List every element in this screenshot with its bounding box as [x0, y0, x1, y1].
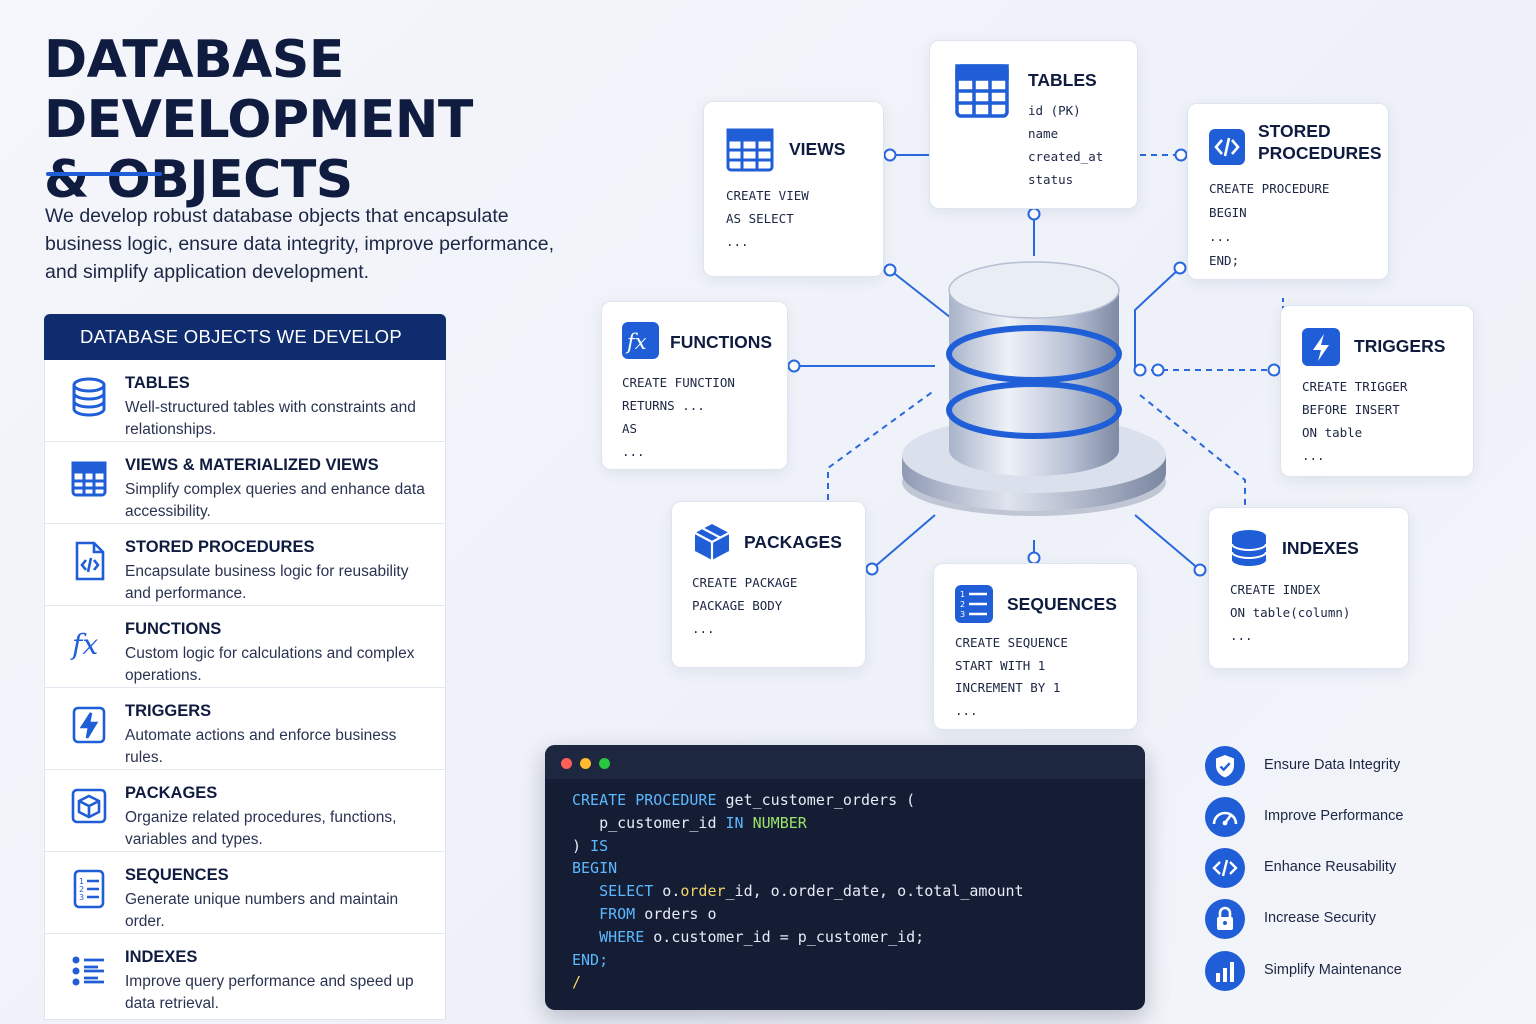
- connector-node: [1027, 551, 1041, 565]
- card-indexes: INDEXES CREATE INDEX ON table(column) ..…: [1208, 507, 1409, 669]
- connector-node: [1173, 261, 1187, 275]
- card-title: INDEXES: [1282, 538, 1359, 558]
- benefit-label: Ensure Data Integrity: [1264, 757, 1401, 773]
- maximize-dot-icon: [599, 758, 610, 769]
- card-title: FUNCTIONS: [670, 332, 773, 352]
- code-icon: [1208, 128, 1246, 166]
- code-icon: [1205, 848, 1245, 888]
- benefit-security: Increase Security: [1205, 899, 1505, 939]
- close-dot-icon: [561, 758, 572, 769]
- benefit-label: Improve Performance: [1264, 808, 1404, 824]
- card-stored-procedures: STORED PROCEDURES CREATE PROCEDURE BEGIN…: [1187, 103, 1389, 280]
- bar-chart-icon: [1205, 951, 1245, 991]
- connector-node: [883, 263, 897, 277]
- function-icon: fx: [622, 322, 659, 359]
- card-title: SEQUENCES: [1007, 594, 1117, 614]
- card-title: PACKAGES: [744, 532, 842, 552]
- code-line: /: [572, 973, 582, 992]
- code-line: p_customer_id IN NUMBER: [572, 813, 807, 832]
- card-triggers: TRIGGERS CREATE TRIGGER BEFORE INSERT ON…: [1280, 305, 1474, 477]
- connector-node: [1027, 207, 1041, 221]
- code-line: WHERE o.customer_id = p_customer_id;: [572, 927, 925, 946]
- card-title: VIEWS: [789, 139, 846, 159]
- package-icon: [692, 522, 732, 562]
- card-title: STORED PROCEDURES: [1258, 121, 1382, 163]
- card-lines: CREATE TRIGGER BEFORE INSERT ON table ..…: [1302, 379, 1408, 463]
- connector-node: [787, 359, 801, 373]
- card-views: VIEWS CREATE VIEW AS SELECT ...: [703, 101, 884, 277]
- numbered-list-icon: 1 2 3: [954, 584, 994, 624]
- card-title: TRIGGERS: [1354, 336, 1446, 356]
- card-lines: CREATE PROCEDURE BEGIN ... END;: [1209, 181, 1330, 268]
- benefit-label: Increase Security: [1264, 910, 1377, 926]
- card-packages: PACKAGES CREATE PACKAGE PACKAGE BODY ...: [671, 501, 866, 668]
- lightning-icon: [1302, 328, 1340, 366]
- benefit-data-integrity: Ensure Data Integrity: [1205, 746, 1505, 786]
- code-editor: CREATE PROCEDURE get_customer_orders ( p…: [545, 745, 1145, 1010]
- connector-node: [1193, 563, 1207, 577]
- svg-text:3: 3: [960, 610, 965, 619]
- table-icon: [954, 63, 1010, 119]
- card-lines: CREATE FUNCTION RETURNS ... AS ...: [622, 375, 735, 459]
- gauge-icon: [1205, 797, 1245, 837]
- card-sequences: 1 2 3 SEQUENCES CREATE SEQUENCE START WI…: [933, 563, 1138, 730]
- connector-node: [1174, 148, 1188, 162]
- connector-node: [865, 562, 879, 576]
- card-title: TABLES: [1028, 70, 1097, 90]
- connector-node: [1267, 363, 1281, 377]
- database-illustration: [902, 261, 1166, 516]
- lock-icon: [1205, 899, 1245, 939]
- benefit-label: Simplify Maintenance: [1264, 962, 1402, 978]
- benefit-label: Enhance Reusability: [1264, 859, 1397, 875]
- shield-check-icon: [1205, 746, 1245, 786]
- card-lines: id (PK) name created_at status: [1028, 103, 1104, 187]
- connector-node: [883, 148, 897, 162]
- database-icon: [1229, 528, 1269, 568]
- card-lines: CREATE PACKAGE PACKAGE BODY ...: [692, 575, 798, 636]
- grid-icon: [726, 126, 774, 174]
- benefit-maintenance: Simplify Maintenance: [1205, 951, 1505, 991]
- code-line: ) IS: [572, 836, 609, 855]
- svg-text:1: 1: [960, 590, 965, 599]
- code-block: CREATE PROCEDURE get_customer_orders ( p…: [572, 789, 1024, 994]
- benefit-performance: Improve Performance: [1205, 797, 1505, 837]
- code-line: BEGIN: [572, 859, 618, 878]
- card-lines: CREATE SEQUENCE START WITH 1 INCREMENT B…: [955, 635, 1068, 718]
- editor-titlebar: [545, 745, 1145, 779]
- code-line: SELECT o.order_id, o.order_date, o.total…: [572, 882, 1024, 901]
- benefit-reusability: Enhance Reusability: [1205, 848, 1505, 888]
- code-line: CREATE PROCEDURE get_customer_orders (: [572, 791, 916, 809]
- card-tables: TABLES id (PK) name created_at status: [929, 40, 1138, 209]
- minimize-dot-icon: [580, 758, 591, 769]
- card-lines: CREATE INDEX ON table(column) ...: [1230, 582, 1351, 643]
- svg-text:2: 2: [960, 600, 965, 609]
- code-line: END;: [572, 950, 609, 969]
- svg-text:fx: fx: [625, 330, 647, 354]
- code-line: FROM orders o: [572, 904, 717, 923]
- card-functions: fx FUNCTIONS CREATE FUNCTION RETURNS ...…: [601, 301, 788, 470]
- card-lines: CREATE VIEW AS SELECT ...: [726, 188, 809, 249]
